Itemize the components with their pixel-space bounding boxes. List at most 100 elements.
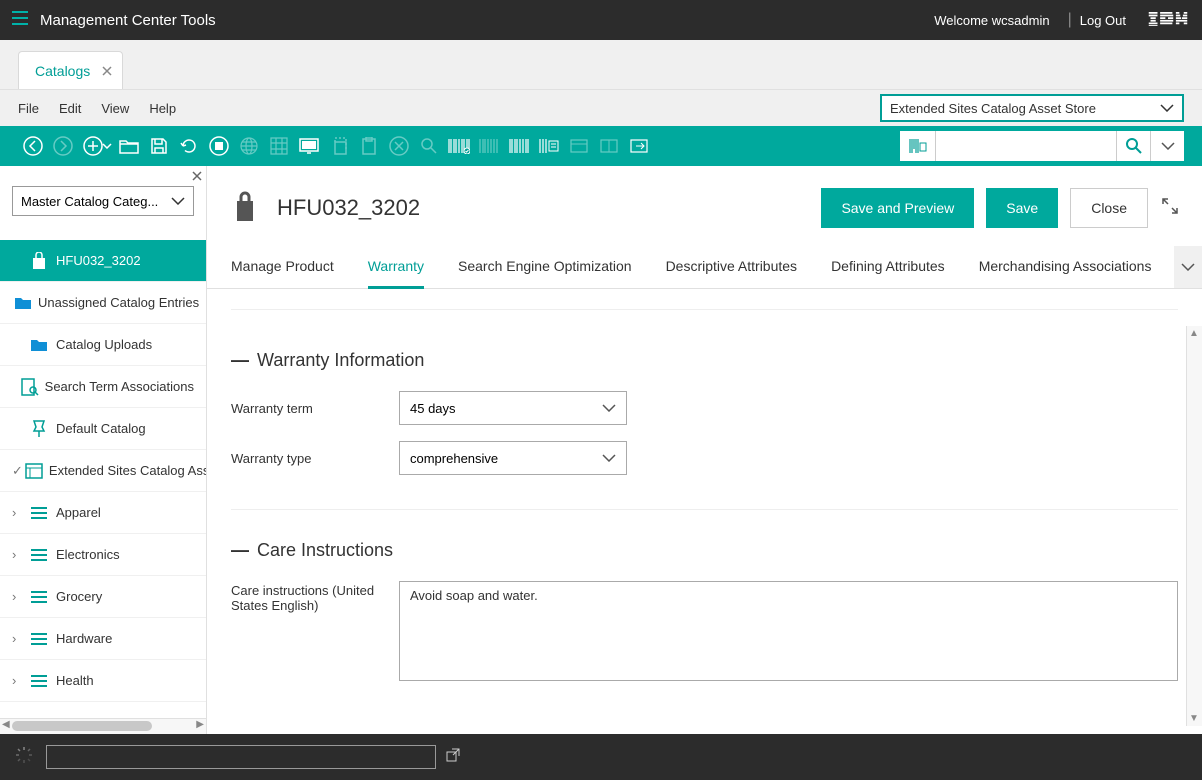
barcode2-button[interactable]	[474, 131, 504, 161]
expand-icon[interactable]: ›	[12, 505, 26, 520]
open-button[interactable]	[114, 131, 144, 161]
search-scope-icon[interactable]	[900, 131, 936, 161]
menu-view[interactable]: View	[101, 101, 129, 116]
find-replace-button[interactable]	[414, 131, 444, 161]
toolbar	[0, 126, 1202, 166]
new-menu-chevron[interactable]	[100, 131, 114, 161]
tree-item[interactable]: › Grocery	[0, 576, 206, 618]
tree-item[interactable]: ›Electronics	[0, 534, 206, 576]
bag-icon	[28, 252, 50, 270]
expand-icon[interactable]: ›	[12, 631, 26, 646]
grid-button[interactable]	[264, 131, 294, 161]
forward-button[interactable]	[48, 131, 78, 161]
export-button[interactable]	[624, 131, 654, 161]
warranty-term-select[interactable]: 45 days	[399, 391, 627, 425]
warranty-term-label: Warranty term	[231, 401, 399, 416]
tree-item[interactable]: HFU032_3202	[0, 240, 206, 282]
tab[interactable]: Manage Product	[231, 246, 334, 288]
barcode3-button[interactable]	[504, 131, 534, 161]
command-input[interactable]	[46, 745, 436, 769]
list-icon	[28, 632, 50, 646]
close-tab-icon[interactable]	[102, 63, 112, 79]
tab[interactable]: Search Engine Optimization	[458, 246, 632, 288]
tab[interactable]: Warranty	[368, 246, 424, 289]
catalog-view-selector[interactable]: Master Catalog Categ...	[12, 186, 194, 216]
catalog-view-value: Master Catalog Categ...	[21, 194, 158, 209]
tree-item[interactable]: Default Catalog	[0, 408, 206, 450]
delete-button[interactable]	[384, 131, 414, 161]
tree-item[interactable]: ›Health	[0, 660, 206, 702]
list-icon	[28, 590, 50, 604]
folder-icon	[14, 296, 32, 310]
search-input[interactable]	[936, 131, 1116, 161]
welcome-text: Welcome wcsadmin	[934, 13, 1049, 28]
search-icon[interactable]	[1116, 131, 1150, 161]
tree-item[interactable]: Search Term Associations	[0, 366, 206, 408]
popout-icon[interactable]	[446, 748, 460, 767]
paste-button[interactable]	[354, 131, 384, 161]
tree-item-label: Extended Sites Catalog Asset Store	[49, 463, 206, 478]
expand-icon[interactable]: ›	[12, 547, 26, 562]
search-box	[900, 131, 1184, 161]
product-icon	[231, 191, 259, 225]
catalogs-tab-label: Catalogs	[35, 63, 90, 79]
folder-icon	[28, 338, 50, 352]
product-title: HFU032_3202	[277, 195, 420, 221]
expand-icon[interactable]: ›	[12, 673, 26, 688]
pin-icon	[28, 420, 50, 438]
sidebar-horizontal-scrollbar[interactable]: ◀▶	[0, 718, 206, 734]
close-button[interactable]: Close	[1070, 188, 1148, 228]
tree-item[interactable]: ›Apparel	[0, 492, 206, 534]
warranty-type-select[interactable]: comprehensive	[399, 441, 627, 475]
tree-item[interactable]: Catalog Uploads	[0, 324, 206, 366]
globe-button[interactable]	[234, 131, 264, 161]
tree-item-label: Grocery	[56, 589, 102, 604]
ibm-logo	[1146, 12, 1190, 29]
tree-item-label: Catalog Uploads	[56, 337, 152, 352]
expand-icon[interactable]	[1162, 198, 1178, 219]
back-button[interactable]	[18, 131, 48, 161]
list-icon	[28, 506, 50, 520]
sidebar: Master Catalog Categ... HFU032_3202 Unass…	[0, 166, 207, 734]
tabs-overflow-chevron[interactable]	[1174, 246, 1202, 288]
warranty-section-title: Warranty Information	[257, 350, 424, 371]
property-tabs: Manage Product Warranty Search Engine Opti…	[207, 246, 1202, 289]
tree-item[interactable]: Unassigned Catalog Entries	[0, 282, 206, 324]
store-selector[interactable]: Extended Sites Catalog Asset Store	[880, 94, 1184, 122]
refresh-button[interactable]	[174, 131, 204, 161]
tab[interactable]: Merchandising Associations	[979, 246, 1152, 288]
catalog-icon	[25, 463, 43, 479]
tree-item-label: Hardware	[56, 631, 112, 646]
layout2-button[interactable]	[594, 131, 624, 161]
copy-button[interactable]	[324, 131, 354, 161]
logout-link[interactable]: Log Out	[1080, 13, 1126, 28]
tree-item-label: HFU032_3202	[56, 253, 141, 268]
search-menu-chevron[interactable]	[1150, 131, 1184, 161]
collapse-warranty-icon[interactable]: —	[231, 350, 249, 371]
care-section-title: Care Instructions	[257, 540, 393, 561]
spinner-icon	[14, 745, 34, 770]
catalogs-tab[interactable]: Catalogs	[18, 51, 123, 89]
care-instructions-input[interactable]	[399, 581, 1178, 681]
save-button[interactable]	[144, 131, 174, 161]
layout1-button[interactable]	[564, 131, 594, 161]
preview-button[interactable]	[294, 131, 324, 161]
tree-item[interactable]: › Hardware	[0, 618, 206, 660]
tab[interactable]: Defining Attributes	[831, 246, 945, 288]
menu-help[interactable]: Help	[149, 101, 176, 116]
collapse-care-icon[interactable]: —	[231, 540, 249, 561]
collapse-sidebar-icon[interactable]	[192, 168, 202, 186]
vertical-scrollbar[interactable]: ▲▼	[1186, 326, 1202, 726]
tab[interactable]: Descriptive Attributes	[666, 246, 798, 288]
save-and-preview-button[interactable]: Save and Preview	[821, 188, 974, 228]
stop-button[interactable]	[204, 131, 234, 161]
barcode1-button[interactable]	[444, 131, 474, 161]
menu-edit[interactable]: Edit	[59, 101, 81, 116]
main-panel: HFU032_3202 Save and Preview Save Close …	[207, 166, 1202, 734]
save-button[interactable]: Save	[986, 188, 1058, 228]
expand-icon[interactable]: ›	[12, 589, 26, 604]
tree-item[interactable]: ✓Extended Sites Catalog Asset Store	[0, 450, 206, 492]
barcode-settings-button[interactable]	[534, 131, 564, 161]
menu-file[interactable]: File	[18, 101, 39, 116]
hamburger-icon[interactable]	[12, 11, 28, 30]
